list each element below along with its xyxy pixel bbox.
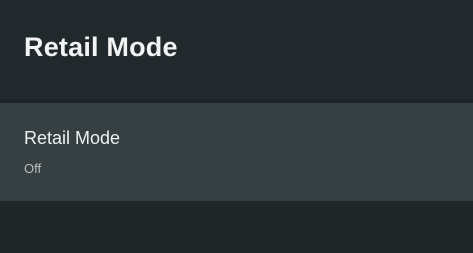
empty-settings-area	[0, 201, 473, 253]
setting-item-title: Retail Mode	[24, 128, 121, 148]
page-title: Retail Mode	[24, 32, 178, 62]
retail-mode-screen: Retail Mode Retail Mode Off	[0, 0, 473, 253]
setting-item-value: Off	[24, 161, 42, 176]
page-header: Retail Mode	[0, 0, 473, 100]
retail-mode-setting-item[interactable]: Retail Mode Off	[0, 103, 473, 201]
